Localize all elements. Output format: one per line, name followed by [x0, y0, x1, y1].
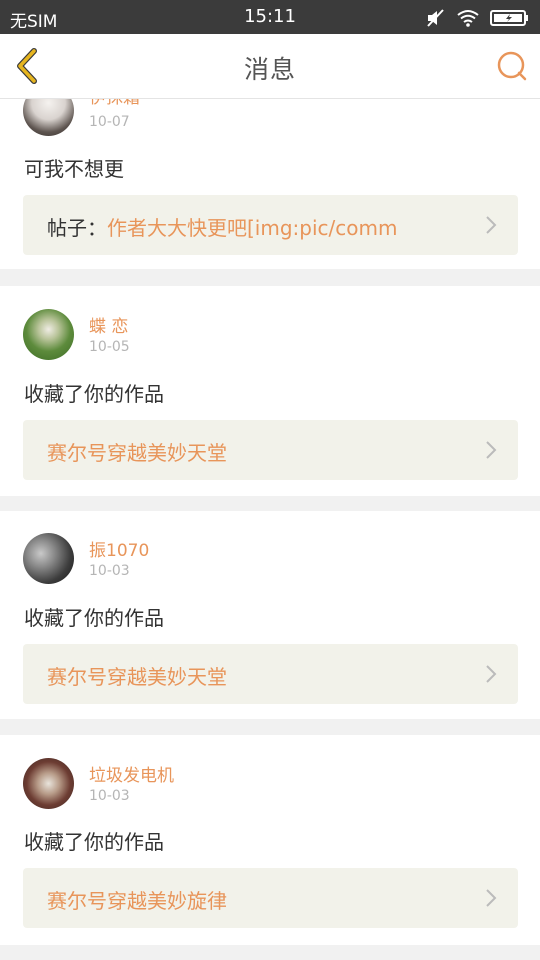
work-title: 赛尔号穿越美妙天堂 — [47, 665, 227, 689]
avatar[interactable] — [23, 758, 74, 809]
message-list[interactable]: 伊抹霜 10-07 可我不想更 帖子：作者大大快更吧[img:pic/comm … — [0, 99, 540, 960]
message-date: 10-07 — [89, 114, 130, 130]
username[interactable]: 垃圾发电机 — [89, 761, 174, 786]
work-link-card[interactable]: 赛尔号穿越美妙天堂 — [23, 644, 518, 704]
status-icons — [426, 8, 530, 28]
wifi-icon — [456, 9, 480, 27]
avatar[interactable] — [23, 99, 74, 136]
message-date: 10-05 — [89, 339, 130, 355]
post-link-text: 帖子：作者大大快更吧[img:pic/comm — [47, 212, 397, 241]
post-title: 作者大大快更吧[img:pic/comm — [107, 216, 398, 240]
search-icon — [497, 51, 527, 81]
message-text: 收藏了你的作品 — [24, 382, 164, 406]
message-text: 可我不想更 — [24, 157, 124, 181]
message-item: 垃圾发电机 10-03 收藏了你的作品 赛尔号穿越美妙旋律 — [0, 735, 540, 945]
work-title: 赛尔号穿越美妙天堂 — [47, 441, 227, 465]
battery-icon — [490, 9, 530, 27]
avatar[interactable] — [23, 309, 74, 360]
post-link-card[interactable]: 帖子：作者大大快更吧[img:pic/comm — [23, 195, 518, 255]
username[interactable]: 振1070 — [89, 536, 149, 561]
message-item: 蝶 恋 10-05 收藏了你的作品 赛尔号穿越美妙天堂 — [0, 286, 540, 496]
mute-icon — [426, 9, 446, 27]
username[interactable]: 伊抹霜 — [89, 99, 140, 108]
chevron-right-icon — [486, 889, 497, 907]
chevron-right-icon — [486, 216, 497, 234]
work-title: 赛尔号穿越美妙旋律 — [47, 889, 227, 913]
page-title: 消息 — [243, 55, 296, 84]
top-bar: 消息 — [0, 34, 540, 99]
message-item: 振1070 10-03 收藏了你的作品 赛尔号穿越美妙天堂 — [0, 511, 540, 719]
status-bar: 无SIM 15:11 — [0, 0, 540, 34]
message-date: 10-03 — [89, 788, 130, 804]
message-item: 伊抹霜 10-07 可我不想更 帖子：作者大大快更吧[img:pic/comm — [0, 99, 540, 269]
work-link-card[interactable]: 赛尔号穿越美妙旋律 — [23, 868, 518, 928]
chevron-right-icon — [486, 665, 497, 683]
username[interactable]: 蝶 恋 — [89, 312, 128, 337]
post-prefix: 帖子： — [47, 216, 107, 240]
message-date: 10-03 — [89, 563, 130, 579]
message-text: 收藏了你的作品 — [24, 830, 164, 854]
chevron-right-icon — [486, 441, 497, 459]
work-link-card[interactable]: 赛尔号穿越美妙天堂 — [23, 420, 518, 480]
avatar[interactable] — [23, 533, 74, 584]
search-button[interactable] — [496, 50, 528, 82]
message-text: 收藏了你的作品 — [24, 606, 164, 630]
